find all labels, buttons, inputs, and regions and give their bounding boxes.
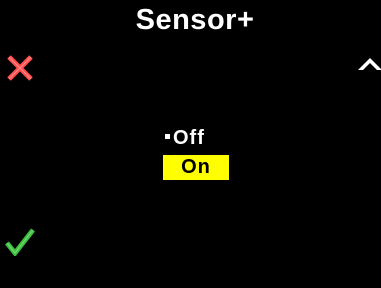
device-screen: Sensor+ Off On bbox=[0, 0, 381, 288]
current-selection-marker bbox=[165, 134, 170, 140]
option-on-label: On bbox=[181, 156, 211, 178]
option-off[interactable]: Off bbox=[165, 128, 205, 148]
option-list: Off On bbox=[0, 0, 381, 288]
option-on-highlighted[interactable]: On bbox=[163, 155, 229, 180]
option-off-label: Off bbox=[173, 127, 205, 149]
